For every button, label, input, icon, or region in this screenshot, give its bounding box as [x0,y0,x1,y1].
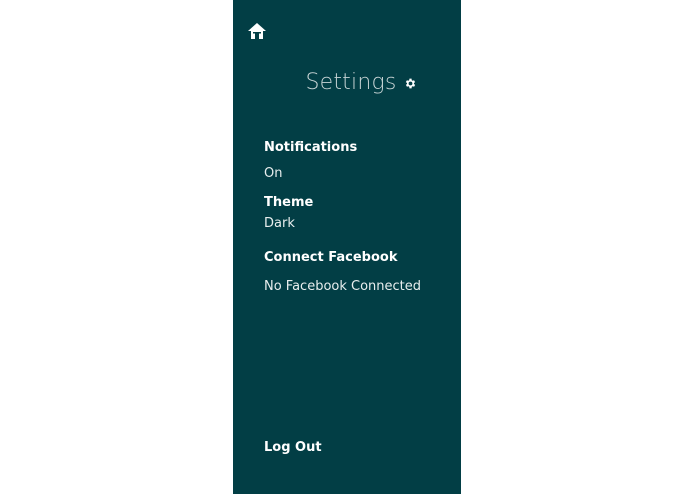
page-header: Settings [233,68,461,98]
connect-facebook-label: Connect Facebook [264,250,398,265]
home-button[interactable] [247,21,267,41]
theme-selector[interactable]: Dark [264,216,295,232]
notifications-toggle[interactable]: On [264,166,282,182]
home-icon [248,23,266,39]
gear-icon [404,77,417,90]
facebook-connection-status[interactable]: No Facebook Connected [264,279,421,295]
logout-button[interactable]: Log Out [264,440,322,456]
theme-label: Theme [264,195,314,210]
page-title: Settings [305,70,397,95]
notifications-label: Notifications [264,140,358,155]
settings-panel: Settings Notifications On Theme Dark Con… [233,0,461,494]
